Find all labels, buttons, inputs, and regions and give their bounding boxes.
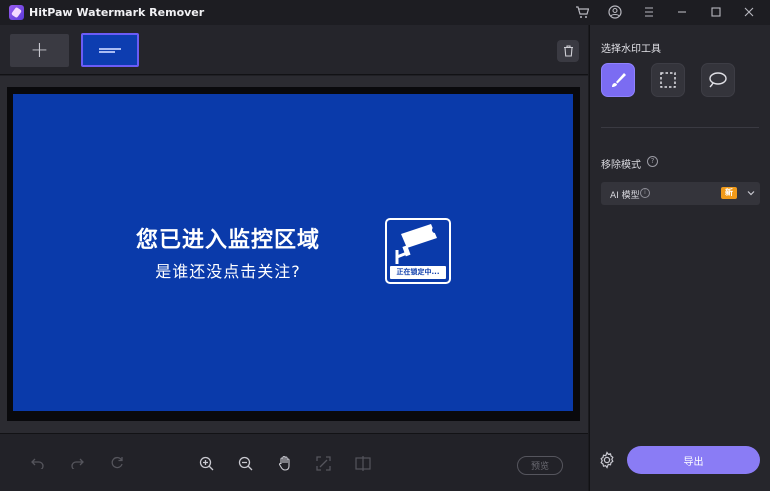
badge-caption: 正在锁定中... <box>390 266 446 279</box>
fit-screen-icon[interactable] <box>313 453 333 473</box>
undo-icon[interactable] <box>28 453 48 473</box>
lasso-tool-button[interactable] <box>701 63 735 97</box>
removal-mode-select[interactable]: AI 模型 i 新 <box>601 182 760 205</box>
zoom-in-icon[interactable] <box>196 453 216 473</box>
rectangle-tool-button[interactable] <box>651 63 685 97</box>
image-headline: 您已进入监控区域 <box>135 228 320 253</box>
thumbnail-bar: + <box>0 25 588 75</box>
image-thumbnail[interactable] <box>81 33 139 67</box>
tools-title: 选择水印工具 <box>601 44 661 55</box>
panel-divider <box>601 127 759 128</box>
lasso-icon <box>709 72 727 88</box>
help-icon[interactable]: ? <box>647 156 658 167</box>
preview-image[interactable]: 您已进入监控区域 是谁还没点击关注? 正在锁定中... <box>13 94 573 411</box>
brush-icon <box>612 73 626 87</box>
trash-icon[interactable] <box>557 40 579 62</box>
canvas-area[interactable]: 您已进入监控区域 是谁还没点击关注? 正在锁定中... <box>0 76 588 433</box>
add-file-button[interactable]: + <box>10 34 69 67</box>
brush-tool-button[interactable] <box>601 63 635 97</box>
chevron-down-icon <box>747 191 755 196</box>
close-icon[interactable] <box>740 3 758 21</box>
bottom-toolbar: 预览 <box>0 433 588 491</box>
zoom-out-icon[interactable] <box>235 453 255 473</box>
menu-icon[interactable] <box>640 3 658 21</box>
preview-button[interactable]: 预览 <box>517 456 563 475</box>
reset-icon[interactable] <box>107 453 127 473</box>
compare-icon[interactable] <box>353 453 373 473</box>
image-subline: 是谁还没点击关注? <box>155 262 301 281</box>
minimize-icon[interactable] <box>673 3 691 21</box>
image-frame: 您已进入监控区域 是谁还没点击关注? 正在锁定中... <box>7 87 580 421</box>
new-badge: 新 <box>721 187 737 199</box>
surveillance-badge: 正在锁定中... <box>385 218 451 284</box>
title-bar: HitPaw Watermark Remover <box>0 0 770 25</box>
info-icon[interactable]: i <box>640 188 650 198</box>
rectangle-select-icon <box>660 72 676 88</box>
app-title: HitPaw Watermark Remover <box>29 6 205 19</box>
export-button[interactable]: 导出 <box>627 446 760 474</box>
hand-icon[interactable] <box>275 453 295 473</box>
editor-area: + 您已进入监控区域 是谁还没点击关注? 正在锁定中... 预览 <box>0 25 588 491</box>
select-value: AI 模型 <box>610 191 640 201</box>
removal-mode-title: 移除模式 <box>601 160 641 171</box>
redo-icon[interactable] <box>67 453 87 473</box>
cart-icon[interactable] <box>573 3 591 21</box>
app-logo-icon <box>9 5 24 20</box>
settings-icon[interactable] <box>598 451 616 469</box>
right-panel: 选择水印工具 移除模式 ? AI 模型 i 新 导出 <box>589 25 770 491</box>
camera-icon <box>395 224 438 264</box>
maximize-icon[interactable] <box>707 3 725 21</box>
user-icon[interactable] <box>606 3 624 21</box>
